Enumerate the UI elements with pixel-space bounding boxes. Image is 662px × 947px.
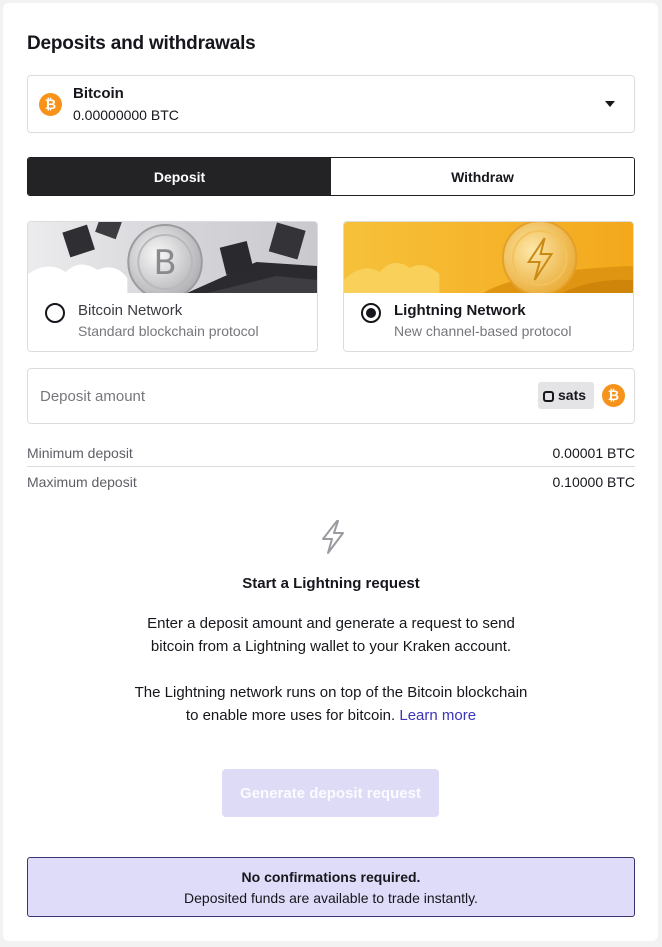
unit-label: sats <box>558 387 587 403</box>
info-line: The Lightning network runs on top of the… <box>134 684 528 701</box>
lightning-request-description: Enter a deposit amount and generate a re… <box>27 612 635 658</box>
deposit-amount-field: sats ₿ <box>27 368 635 424</box>
tab-deposit[interactable]: Deposit <box>28 158 331 195</box>
svg-text:B: B <box>153 243 176 282</box>
asset-name: Bitcoin <box>73 85 124 102</box>
maximum-deposit-value: 0.10000 BTC <box>552 474 636 490</box>
sats-unit-toggle[interactable]: sats <box>538 382 594 409</box>
no-confirmations-notice: No confirmations required. Deposited fun… <box>27 857 635 917</box>
lightning-network-banner-image <box>344 222 633 293</box>
bitcoin-coin-icon: ₿ <box>39 93 62 116</box>
notice-title: No confirmations required. <box>241 869 421 885</box>
bitcoin-network-name: Bitcoin Network <box>78 302 183 319</box>
lightning-request-title: Start a Lightning request <box>242 575 420 592</box>
notice-body: Deposited funds are available to trade i… <box>184 890 478 906</box>
lightning-network-info: The Lightning network runs on top of the… <box>27 681 635 727</box>
bitcoin-coin-icon: ₿ <box>602 384 625 407</box>
lightning-bolt-icon <box>322 520 344 554</box>
bitcoin-network-radio[interactable] <box>45 303 65 323</box>
info-line-text: to enable more uses for bitcoin. <box>185 707 396 724</box>
generate-deposit-request-button[interactable]: Generate deposit request <box>222 769 439 817</box>
page-title: Deposits and withdrawals <box>27 33 256 54</box>
minimum-deposit-row: Minimum deposit 0.00001 BTC <box>27 439 635 467</box>
toggle-square-icon <box>543 391 554 402</box>
lightning-network-name: Lightning Network <box>394 302 526 319</box>
lightning-network-option[interactable]: Lightning Network New channel-based prot… <box>343 221 634 352</box>
info-line: to enable more uses for bitcoin. Learn m… <box>27 704 635 727</box>
description-line: Enter a deposit amount and generate a re… <box>147 615 515 632</box>
description-line: bitcoin from a Lightning wallet to your … <box>150 638 512 655</box>
tab-withdraw[interactable]: Withdraw <box>331 158 634 195</box>
bitcoin-network-option[interactable]: B Bitcoin Network Standard blockchain pr… <box>27 221 318 352</box>
minimum-deposit-value: 0.00001 BTC <box>552 444 636 461</box>
maximum-deposit-label: Maximum deposit <box>27 474 137 490</box>
deposit-withdraw-tabs: Deposit Withdraw <box>27 157 635 196</box>
deposits-panel: Deposits and withdrawals ₿ Bitcoin 0.000… <box>3 3 658 941</box>
bitcoin-network-banner-image: B <box>28 222 317 293</box>
learn-more-link[interactable]: Learn more <box>399 707 476 724</box>
asset-balance: 0.00000000 BTC <box>73 107 179 123</box>
maximum-deposit-row: Maximum deposit 0.10000 BTC <box>27 468 635 496</box>
bitcoin-network-description: Standard blockchain protocol <box>78 323 259 339</box>
asset-select[interactable]: ₿ Bitcoin 0.00000000 BTC <box>27 75 635 133</box>
lightning-network-description: New channel-based protocol <box>394 323 572 339</box>
minimum-deposit-label: Minimum deposit <box>27 444 133 461</box>
deposit-amount-input[interactable] <box>40 369 520 423</box>
chevron-down-icon[interactable] <box>605 101 615 107</box>
lightning-network-radio[interactable] <box>361 303 381 323</box>
